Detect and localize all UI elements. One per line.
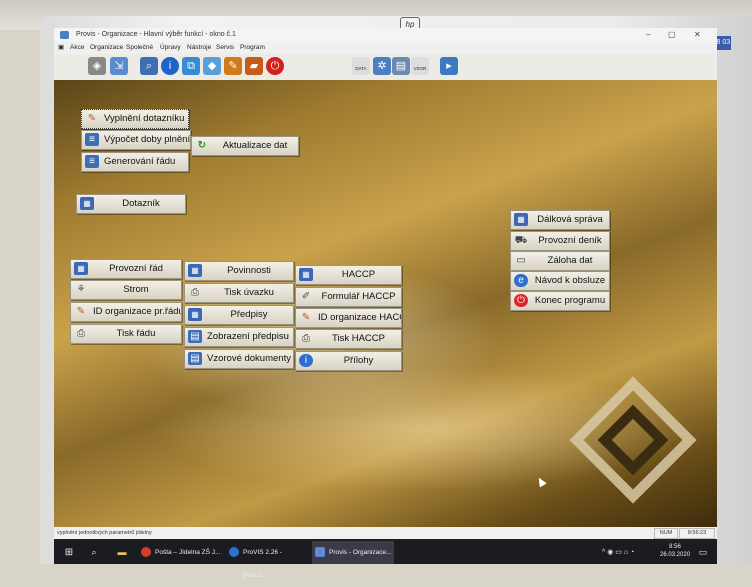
mouse-cursor xyxy=(535,475,547,488)
tool-power-icon[interactable]: ⏻ xyxy=(266,57,284,75)
status-message: vyplnění jednotlivých parametrů jídelny xyxy=(57,530,152,536)
printer-icon: ⎙ xyxy=(77,328,85,339)
window-titlebar: Provis - Organizace - Hlavní výběr funkc… xyxy=(54,28,717,42)
window-title: Provis - Organizace - Hlavní výběr funkc… xyxy=(76,31,236,38)
tool-export-icon[interactable]: ▸ xyxy=(440,57,458,75)
tool-pen-icon[interactable]: ✎ xyxy=(224,57,242,75)
menu-spolecne[interactable]: Společné xyxy=(126,42,153,54)
haccp-button[interactable]: ▦ HACCP xyxy=(295,265,402,285)
tool-diamond-icon[interactable]: ◆ xyxy=(203,57,221,75)
document-icon: ≡ xyxy=(85,133,99,146)
provis-icon xyxy=(229,547,239,557)
formular-haccp-button[interactable]: ✐ Formulář HACCP xyxy=(295,287,402,307)
document-icon: ≡ xyxy=(85,155,99,168)
refresh-arrow-icon: ↻ xyxy=(197,140,207,151)
taskbar-clock[interactable]: 8:56 26.03.2020 xyxy=(660,543,690,559)
menubar: ▣ Akce Organizace Společné Úpravy Nástro… xyxy=(54,42,717,54)
toolbar: ◈ ⇲ ⌕ i ⧉ ◆ ✎ ▰ ⏻ DATA ✲ ▤ VZOR ▸ xyxy=(54,54,717,81)
pen-icon: ✎ xyxy=(301,312,311,323)
minimize-button[interactable]: – xyxy=(646,28,650,42)
menu-app-icon[interactable]: ▣ xyxy=(58,42,64,54)
tool-exit-icon[interactable]: ◈ xyxy=(88,57,106,75)
power-icon: ⏻ xyxy=(514,294,528,307)
tool-copy-icon[interactable]: ⧉ xyxy=(182,57,200,75)
provozni-denik-button[interactable]: ⛟ Provozní deník xyxy=(510,231,610,251)
menu-servis[interactable]: Servis xyxy=(216,42,234,54)
tisk-radu-button[interactable]: ⎙ Tisk řádu xyxy=(70,324,182,344)
strom-button[interactable]: ⚘ Strom xyxy=(70,280,182,300)
search-icon[interactable]: ⌕ xyxy=(86,541,102,564)
tool-search-icon[interactable]: ⌕ xyxy=(140,57,158,75)
car-icon: ⛟ xyxy=(514,235,528,246)
menu-program[interactable]: Program xyxy=(240,42,265,54)
povinnosti-button[interactable]: ▦ Povinnosti xyxy=(184,261,294,281)
taskbar: ⊞ ⌕ ▬ Pošta – Jídelna ZŠ J... ProVIS 2.2… xyxy=(54,541,717,579)
tool-info-icon[interactable]: i xyxy=(161,57,179,75)
tree-icon: ⚘ xyxy=(76,284,86,295)
statusbar: vyplnění jednotlivých parametrů jídelny … xyxy=(54,527,717,539)
remote-icon: ▦ xyxy=(514,213,528,226)
table-icon: ▦ xyxy=(299,268,313,281)
table-icon: ▦ xyxy=(188,308,202,321)
navod-k-obsluze-button[interactable]: e Návod k obsluze xyxy=(510,271,610,291)
tool-data-icon[interactable]: DATA xyxy=(352,57,370,75)
tool-vzor-icon[interactable]: VZOR xyxy=(411,57,429,75)
notification-icon[interactable]: ▭ xyxy=(696,541,710,564)
tool-window-icon[interactable]: ▤ xyxy=(392,57,410,75)
tisk-uvazku-button[interactable]: ⎙ Tisk úvazku xyxy=(184,283,294,303)
taskbar-item-posta[interactable]: Pošta – Jídelna ZŠ J... xyxy=(138,541,222,564)
desktop-area: ✎ Vyplnění dotazníku ≡ Výpočet doby plně… xyxy=(54,80,717,527)
provozni-rad-button[interactable]: ▦ Provozní řád xyxy=(70,259,182,279)
predpisy-button[interactable]: ▦ Předpisy xyxy=(184,305,294,325)
menu-akce[interactable]: Akce xyxy=(70,42,84,54)
prilohy-button[interactable]: i Přílohy xyxy=(295,351,402,371)
zobrazeni-predpisu-button[interactable]: ▤ Zobrazení předpisu xyxy=(184,327,294,347)
aktualizace-dat-button[interactable]: ↻ Aktualizace dat xyxy=(191,136,299,156)
organizace-logo-graphic xyxy=(558,355,708,525)
taskbar-item-provis-praco[interactable]: ProVIS 2.26 - [Praco... xyxy=(226,541,308,579)
dalkova-sprava-button[interactable]: ▦ Dálková správa xyxy=(510,210,610,230)
pen-icon: ✎ xyxy=(87,113,97,124)
menu-upravy[interactable]: Úpravy xyxy=(160,42,181,54)
menu-nastroje[interactable]: Nástroje xyxy=(187,42,211,54)
num-indicator: NUM xyxy=(654,528,678,539)
screen: Provis - Organizace - Hlavní výběr funkc… xyxy=(54,28,717,544)
dotaznik-button[interactable]: ▦ Dotazník xyxy=(76,194,186,214)
printer-icon: ⎙ xyxy=(191,287,199,298)
start-windows-icon[interactable]: ⊞ xyxy=(60,541,78,564)
tool-user-icon[interactable]: ⇲ xyxy=(110,57,128,75)
vyplneni-dotazniku-button[interactable]: ✎ Vyplnění dotazníku xyxy=(81,109,189,129)
menu-organizace[interactable]: Organizace xyxy=(90,42,123,54)
tray-icons[interactable]: ^ ◉ ▭ ⌂ ◔ xyxy=(602,541,652,564)
tool-folder-icon[interactable]: ▰ xyxy=(245,57,263,75)
pen-icon: ✎ xyxy=(76,306,86,317)
help-globe-icon: e xyxy=(514,274,528,287)
close-button[interactable]: ✕ xyxy=(694,28,701,42)
table-icon: ▦ xyxy=(74,262,88,275)
chrome-icon xyxy=(141,547,151,557)
vypocet-doby-button[interactable]: ≡ Výpočet doby plnění xyxy=(81,130,191,150)
document-icon: ▤ xyxy=(188,352,202,365)
printer-icon: ⎙ xyxy=(302,333,310,344)
tisk-haccp-button[interactable]: ⎙ Tisk HACCP xyxy=(295,329,402,349)
konec-programu-button[interactable]: ⏻ Konec programu xyxy=(510,291,610,311)
taskbar-item-provis-organizace[interactable]: Provis - Organizace... xyxy=(312,541,394,564)
app-icon xyxy=(60,31,69,39)
document-icon: ▤ xyxy=(188,330,202,343)
table-icon: ▦ xyxy=(80,197,94,210)
file-explorer-icon[interactable]: ▬ xyxy=(114,541,130,564)
table-icon: ▦ xyxy=(188,264,202,277)
vzorove-dokumenty-button[interactable]: ▤ Vzorové dokumenty xyxy=(184,349,294,369)
id-organizace-haccp-button[interactable]: ✎ ID organizace HACCP xyxy=(295,308,402,328)
backup-drive-icon: ▭ xyxy=(516,255,526,266)
generovani-radu-button[interactable]: ≡ Generování řádu xyxy=(81,152,189,172)
provis-window-icon xyxy=(315,547,325,557)
status-time: 8:56:23 xyxy=(679,528,715,539)
zaloha-dat-button[interactable]: ▭ Záloha dat xyxy=(510,251,610,271)
info-icon: i xyxy=(299,354,313,367)
pen-icon: ✐ xyxy=(301,291,311,302)
id-organizace-pr-button[interactable]: ✎ ID organizace pr.řádu xyxy=(70,302,182,322)
maximize-button[interactable]: ▢ xyxy=(668,28,676,42)
tool-settings-icon[interactable]: ✲ xyxy=(373,57,391,75)
